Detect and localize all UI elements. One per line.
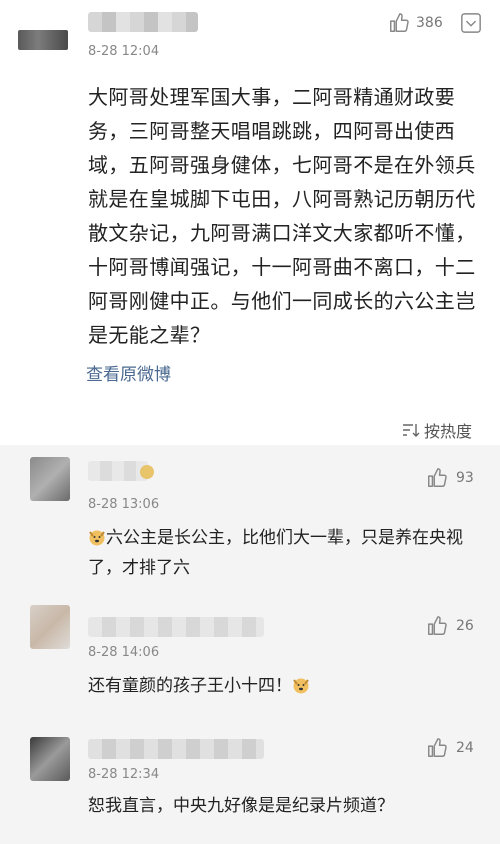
thumbs-up-icon bbox=[390, 13, 409, 32]
reply-text: 还有童颜的孩子王小十四！ bbox=[88, 671, 468, 701]
like-count: 26 bbox=[456, 618, 474, 634]
username-blurred[interactable] bbox=[88, 461, 148, 481]
username-blurred[interactable] bbox=[88, 12, 198, 32]
like-count: 386 bbox=[416, 15, 443, 31]
username-blurred[interactable] bbox=[88, 739, 264, 759]
avatar[interactable] bbox=[30, 457, 70, 501]
like-button[interactable]: 26 bbox=[426, 615, 474, 637]
reply-time: 8-28 14:06 bbox=[88, 645, 160, 660]
main-post: 8-28 12:04 386 大阿哥处理军国大事，二阿哥精通财政要务，三阿哥整天… bbox=[0, 0, 500, 445]
thumbs-up-icon bbox=[428, 738, 447, 757]
reply-item: 8-28 14:06 26 还有童颜的孩子王小十四！ bbox=[0, 585, 500, 715]
post-text: 大阿哥处理军国大事，二阿哥精通财政要务，三阿哥整天唱唱跳跳，四阿哥出使西域，五阿… bbox=[88, 85, 476, 347]
post-time: 8-28 12:04 bbox=[88, 44, 160, 59]
badge-icon bbox=[140, 465, 154, 479]
doge-emoji-icon bbox=[89, 530, 105, 546]
reply-item: 8-28 13:06 93 六公主是长公主，比他们大一辈，只是养在央视了，才排了… bbox=[0, 445, 500, 585]
avatar[interactable] bbox=[30, 605, 70, 649]
reply-time: 8-28 12:34 bbox=[88, 767, 160, 782]
thumbs-up-icon bbox=[428, 468, 447, 487]
sort-label: 按热度 bbox=[424, 422, 473, 441]
reply-text: 恕我直言，中央九好像是是纪录片频道？ bbox=[88, 796, 394, 816]
sort-by-hot-button[interactable]: 按热度 bbox=[402, 418, 472, 442]
doge-emoji-icon bbox=[293, 678, 309, 694]
reply-time: 8-28 13:06 bbox=[88, 497, 160, 512]
avatar[interactable] bbox=[18, 30, 68, 50]
sort-icon bbox=[403, 424, 420, 437]
like-count: 24 bbox=[456, 740, 474, 756]
like-button[interactable]: 24 bbox=[426, 737, 474, 759]
username-blurred[interactable] bbox=[88, 617, 264, 637]
like-button[interactable]: 93 bbox=[426, 467, 474, 489]
reply-text: 六公主是长公主，比他们大一辈，只是养在央视了，才排了六 bbox=[88, 528, 463, 578]
thumbs-up-icon bbox=[428, 616, 447, 635]
chevron-down-icon[interactable] bbox=[460, 12, 482, 34]
view-original-link[interactable]: 查看原微博 bbox=[86, 360, 171, 385]
like-button[interactable]: 386 bbox=[388, 12, 443, 34]
like-count: 93 bbox=[456, 470, 474, 486]
reply-list: 8-28 13:06 93 六公主是长公主，比他们大一辈，只是养在央视了，才排了… bbox=[0, 445, 500, 844]
avatar[interactable] bbox=[30, 737, 70, 781]
reply-item: 8-28 12:34 24 恕我直言，中央九好像是是纪录片频道？ bbox=[0, 715, 500, 844]
